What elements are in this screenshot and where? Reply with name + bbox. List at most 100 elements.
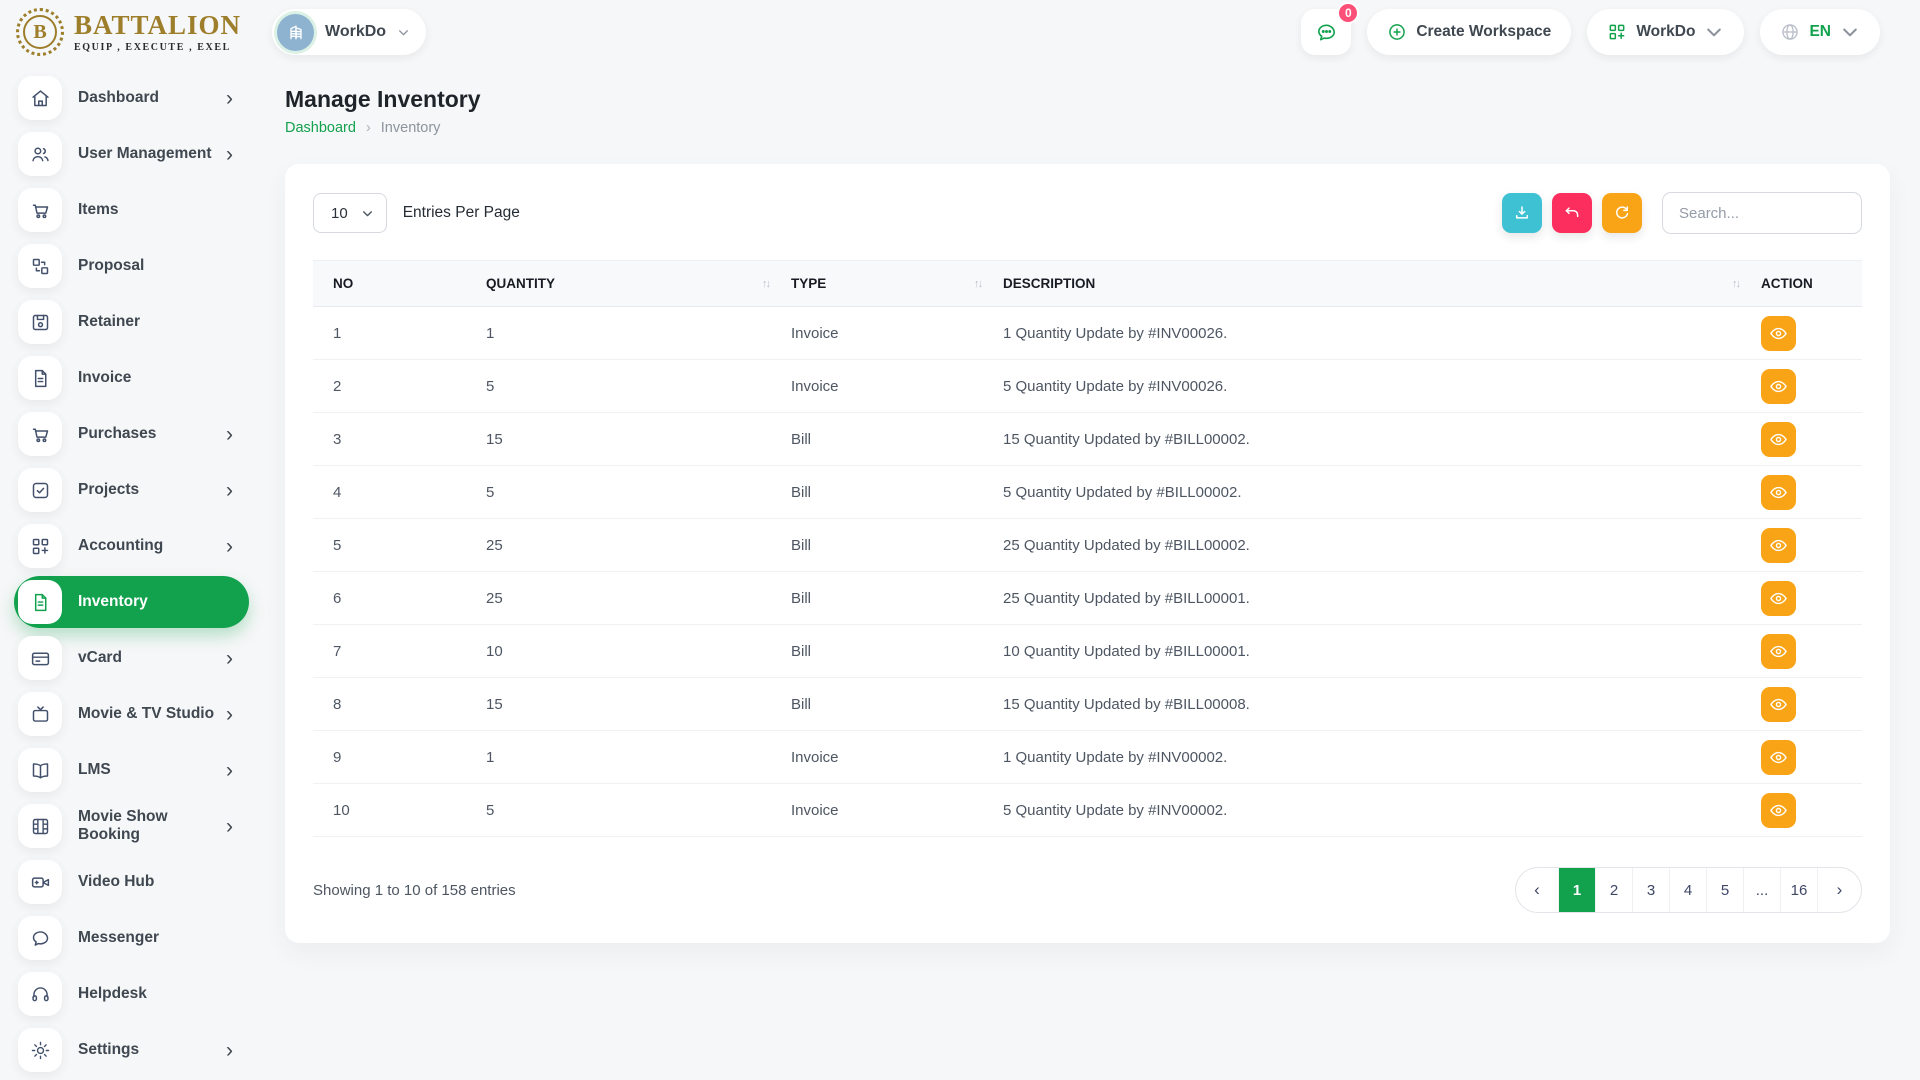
pagination-page-3[interactable]: 3 <box>1633 868 1670 912</box>
sort-icon[interactable]: ↑↓ <box>1732 278 1745 290</box>
table-row: 8 15 Bill 15 Quantity Updated by #BILL00… <box>313 677 1862 731</box>
sidebar-item-inventory[interactable]: Inventory <box>14 576 249 628</box>
pagination-page-4[interactable]: 4 <box>1670 868 1707 912</box>
table-row: 1 1 Invoice 1 Quantity Update by #INV000… <box>313 306 1862 360</box>
credit-card-icon <box>18 636 62 680</box>
pagination-prev[interactable]: ‹ <box>1516 868 1559 912</box>
view-button[interactable] <box>1761 633 1796 669</box>
view-button[interactable] <box>1761 739 1796 775</box>
pagination-page-1[interactable]: 1 <box>1559 868 1596 912</box>
download-button[interactable] <box>1502 193 1542 233</box>
sidebar-item-invoice[interactable]: Invoice <box>14 352 249 404</box>
workspace-switcher[interactable]: WorkDo <box>272 9 427 55</box>
view-button[interactable] <box>1761 686 1796 722</box>
language-selector[interactable]: EN <box>1760 9 1880 55</box>
cell-description: 25 Quantity Updated by #BILL00001. <box>995 571 1753 625</box>
pagination-page-16[interactable]: 16 <box>1781 868 1818 912</box>
chevron-down-icon <box>1840 22 1860 42</box>
create-workspace-button[interactable]: Create Workspace <box>1367 9 1572 55</box>
sidebar-item-items[interactable]: Items <box>14 184 249 236</box>
cell-no: 1 <box>313 306 478 360</box>
chevron-right-icon: › <box>226 422 233 446</box>
view-button[interactable] <box>1761 421 1796 457</box>
brand-logo[interactable]: B BATTALION EQUIP , EXECUTE , EXEL <box>16 8 252 56</box>
sidebar-item-movie-show-booking[interactable]: Movie Show Booking › <box>14 800 249 852</box>
chevron-right-icon: › <box>226 758 233 782</box>
pagination-page-2[interactable]: 2 <box>1596 868 1633 912</box>
workdo-menu-button[interactable]: WorkDo <box>1587 9 1745 55</box>
swap-boxes-icon <box>18 244 62 288</box>
sidebar-item-vcard[interactable]: vCard › <box>14 632 249 684</box>
column-header-description[interactable]: DESCRIPTION ↑↓ <box>995 260 1753 307</box>
undo-icon <box>1563 204 1581 222</box>
book-icon <box>18 748 62 792</box>
messages-badge: 0 <box>1337 2 1360 24</box>
sidebar-item-helpdesk[interactable]: Helpdesk <box>14 968 249 1020</box>
sort-icon[interactable]: ↑↓ <box>762 278 775 290</box>
building-icon <box>277 13 314 51</box>
cell-type: Bill <box>783 518 995 572</box>
sidebar-item-messenger[interactable]: Messenger <box>14 912 249 964</box>
sidebar-item-purchases[interactable]: Purchases › <box>14 408 249 460</box>
sidebar-item-settings[interactable]: Settings › <box>14 1024 249 1076</box>
cell-no: 2 <box>313 359 478 413</box>
sidebar-item-dashboard[interactable]: Dashboard › <box>14 72 249 124</box>
cell-no: 10 <box>313 783 478 837</box>
sidebar-item-user-management[interactable]: User Management › <box>14 128 249 180</box>
view-button[interactable] <box>1761 315 1796 351</box>
cell-no: 4 <box>313 465 478 519</box>
column-header-quantity[interactable]: QUANTITY ↑↓ <box>478 260 783 307</box>
view-button[interactable] <box>1761 792 1796 828</box>
sidebar-item-video-hub[interactable]: Video Hub <box>14 856 249 908</box>
file-icon <box>18 356 62 400</box>
cell-description: 10 Quantity Updated by #BILL00001. <box>995 624 1753 678</box>
refresh-button[interactable] <box>1602 193 1642 233</box>
sidebar-item-projects[interactable]: Projects › <box>14 464 249 516</box>
cell-description: 25 Quantity Updated by #BILL00002. <box>995 518 1753 572</box>
view-button[interactable] <box>1761 474 1796 510</box>
messages-button[interactable]: 0 <box>1301 2 1360 55</box>
pagination-page-5[interactable]: 5 <box>1707 868 1744 912</box>
chevron-right-icon: › <box>226 1038 233 1062</box>
cell-no: 3 <box>313 412 478 466</box>
breadcrumb-current: Inventory <box>380 120 441 136</box>
eye-icon <box>1769 748 1788 767</box>
cell-type: Bill <box>783 465 995 519</box>
view-button[interactable] <box>1761 368 1796 404</box>
chevron-right-icon: › <box>226 478 233 502</box>
view-button[interactable] <box>1761 580 1796 616</box>
chevron-down-icon <box>397 26 410 39</box>
column-header-no: NO <box>313 260 478 307</box>
view-button[interactable] <box>1761 527 1796 563</box>
eye-icon <box>1769 483 1788 502</box>
brand-tagline: EQUIP , EXECUTE , EXEL <box>74 41 231 53</box>
table-toolbar: 10 Entries Per Page <box>313 192 1862 234</box>
floppy-icon <box>18 300 62 344</box>
refresh-icon <box>1613 204 1631 222</box>
pagination-next[interactable]: › <box>1818 868 1861 912</box>
search-input[interactable] <box>1662 192 1862 234</box>
sidebar: Dashboard › User Management › Items Prop… <box>0 64 265 1080</box>
table-row: 3 15 Bill 15 Quantity Updated by #BILL00… <box>313 412 1862 466</box>
sidebar-item-lms[interactable]: LMS › <box>14 744 249 796</box>
table-footer: Showing 1 to 10 of 158 entries ‹ 1 2 3 4 5...… <box>313 867 1862 913</box>
breadcrumb-dashboard-link[interactable]: Dashboard <box>285 120 356 136</box>
eye-icon <box>1769 801 1788 820</box>
sidebar-item-proposal[interactable]: Proposal <box>14 240 249 292</box>
sidebar-item-accounting[interactable]: Accounting › <box>14 520 249 572</box>
sidebar-item-retainer[interactable]: Retainer <box>14 296 249 348</box>
sort-icon[interactable]: ↑↓ <box>974 278 987 290</box>
column-header-type[interactable]: TYPE ↑↓ <box>783 260 995 307</box>
topbar-actions: 0 Create Workspace WorkDo EN <box>1301 2 1880 55</box>
cell-quantity: 1 <box>478 306 783 360</box>
sidebar-item-movie-tv-studio[interactable]: Movie & TV Studio › <box>14 688 249 740</box>
cell-description: 15 Quantity Updated by #BILL00002. <box>995 412 1753 466</box>
eye-icon <box>1769 589 1788 608</box>
entries-per-page-select[interactable]: 10 <box>313 193 387 233</box>
workspace-name: WorkDo <box>325 23 387 40</box>
film-icon <box>18 804 62 848</box>
cell-quantity: 5 <box>478 359 783 413</box>
cell-description: 5 Quantity Update by #INV00026. <box>995 359 1753 413</box>
cell-quantity: 15 <box>478 412 783 466</box>
undo-button[interactable] <box>1552 193 1592 233</box>
